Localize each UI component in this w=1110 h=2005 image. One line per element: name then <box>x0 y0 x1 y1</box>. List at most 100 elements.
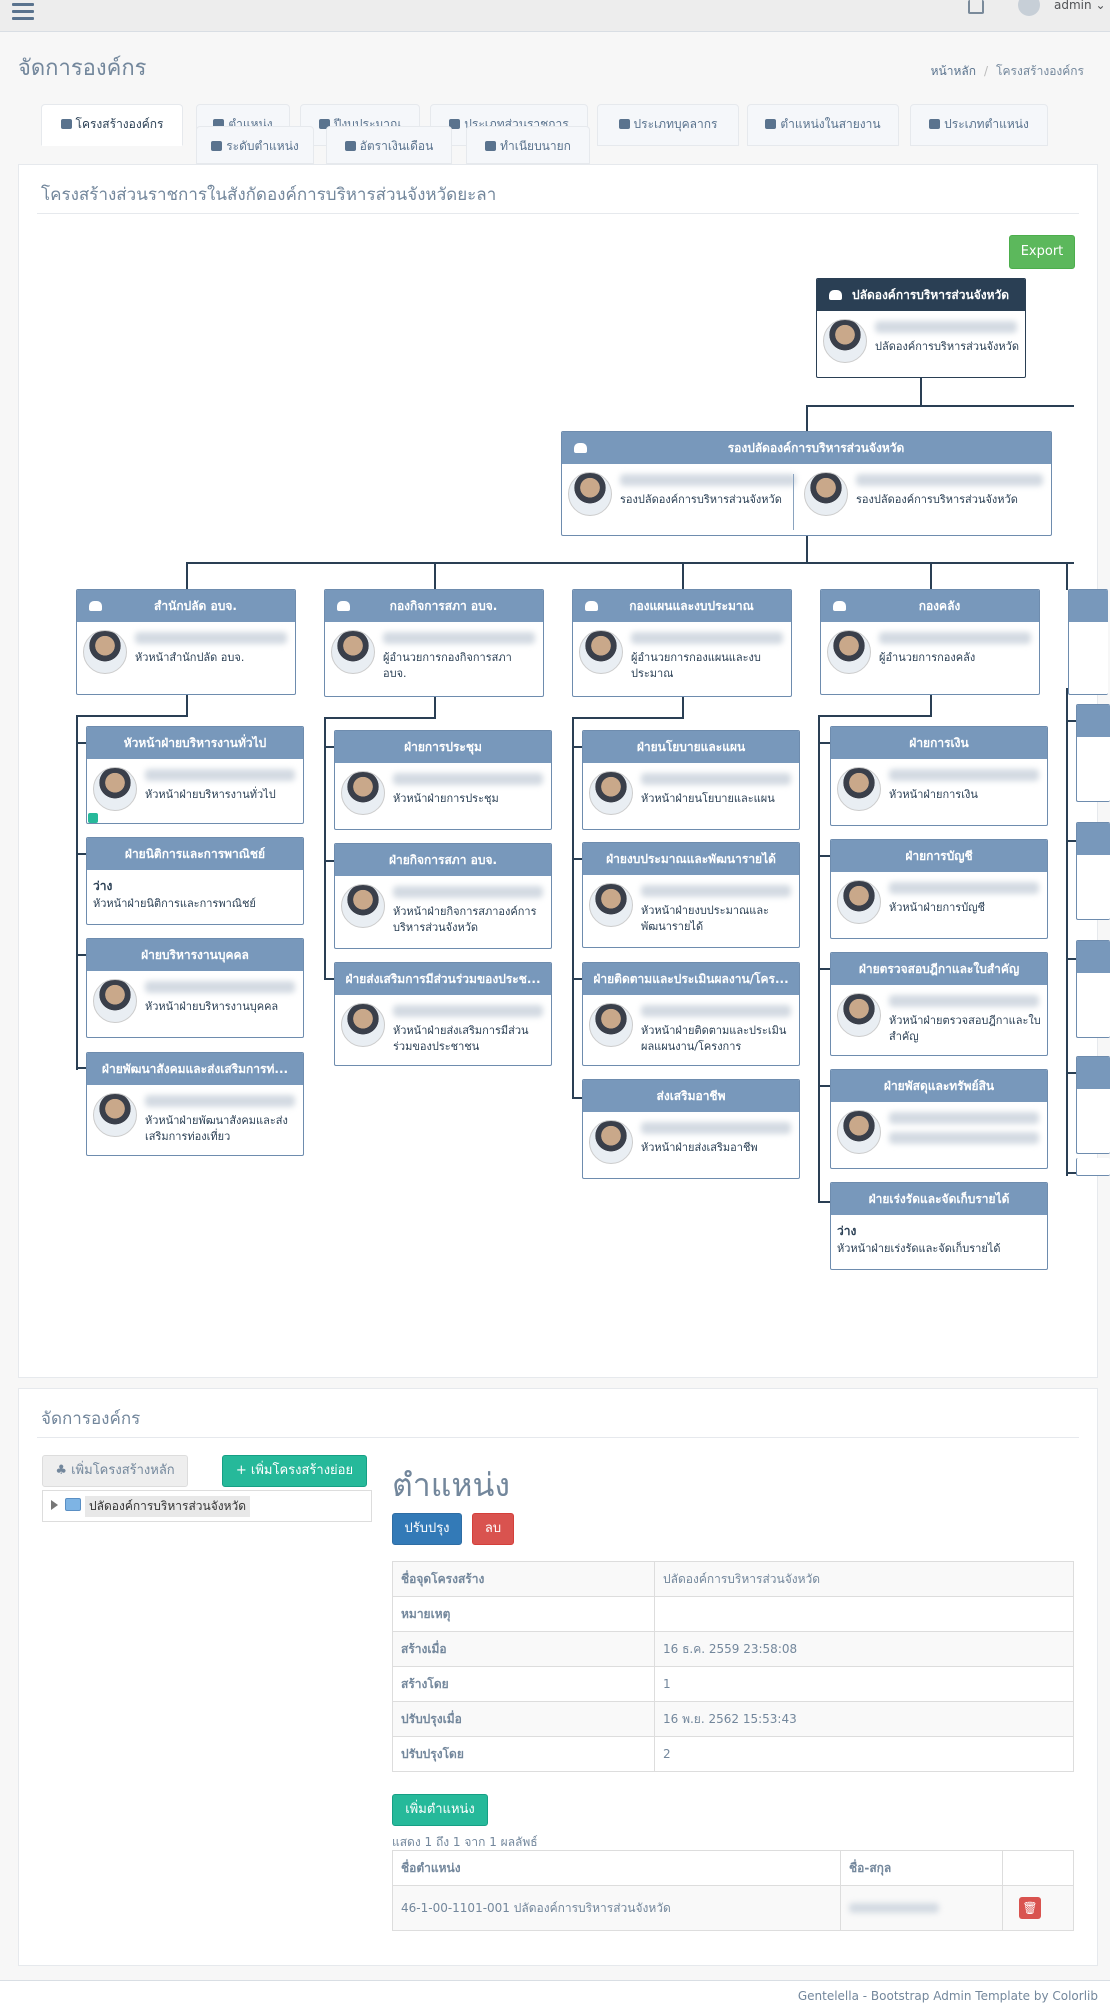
detail-key: หมายเหตุ <box>392 1596 655 1632</box>
org-node-unit[interactable]: ฝ่ายเร่งรัดและจัดเก็บรายได้ ว่าง หัวหน้าฝ… <box>830 1182 1048 1270</box>
org-node-chief-administrator[interactable]: ปลัดองค์การบริหารส่วนจังหวัด ปลัดองค์การ… <box>816 278 1026 378</box>
node-head: กองกิจการสภา อบจ. <box>389 599 498 613</box>
folder-icon <box>65 1498 81 1511</box>
node-head: ฝ่ายการประชุม <box>335 731 551 763</box>
tree-node-chief[interactable]: ปลัดองค์การบริหารส่วนจังหวัด <box>85 1496 251 1517</box>
org-node-unit[interactable]: ฝ่ายส่งเสริมการมีส่วนร่วมของประช... หัวห… <box>334 962 552 1066</box>
node-head: ฝ่ายนโยบายและแผน <box>583 731 799 763</box>
org-node-unit[interactable]: หัวหน้าฝ่ายบริหารงานทั่วไป หัวหน้าฝ่ายบร… <box>86 726 304 824</box>
org-node-unit[interactable]: ฝ่ายงบประมาณและพัฒนารายได้ หัวหน้าฝ่ายงบ… <box>582 842 800 948</box>
users-icon <box>829 290 842 300</box>
delete-button[interactable]: ลบ <box>472 1513 514 1545</box>
node-head: กองคลัง <box>918 599 961 613</box>
table-header-row: ชื่อตำแหน่ง ชื่อ-สกุล <box>392 1850 1074 1886</box>
table-row: สร้างเมื่อ 16 ธ.ค. 2559 23:58:08 <box>392 1631 1074 1667</box>
person-name-blurred <box>889 882 1039 894</box>
node-head: ฝ่ายพัฒนาสังคมและส่งเสริมการท่... <box>87 1053 303 1085</box>
person-name-blurred <box>145 981 295 993</box>
panel-title: จัดการองค์กร <box>41 1409 141 1429</box>
org-node-unit-partial[interactable] <box>1076 704 1110 802</box>
tab-personnel-type[interactable]: ประเภทบุคลากร <box>597 104 739 146</box>
org-node-unit[interactable]: ฝ่ายการประชุม หัวหน้าฝ่ายการประชุม <box>334 730 552 830</box>
org-node-dept[interactable]: สำนักปลัด อบจ. หัวหน้าสำนักปลัด อบจ. <box>76 589 296 695</box>
org-node-unit[interactable]: ฝ่ายบริหารงานบุคคล หัวหน้าฝ่ายบริหารงานบ… <box>86 938 304 1038</box>
org-node-unit[interactable]: ส่งเสริมอาชีพ หัวหน้าฝ่ายส่งเสริมอาชีพ <box>582 1079 800 1179</box>
node-head: ฝ่ายติดตามและประเมินผลงาน/โคร... <box>583 963 799 995</box>
tab-position-level[interactable]: ระดับตำแหน่ง <box>196 126 314 164</box>
node-title: ผู้อำนวยการกองคลัง <box>879 651 976 664</box>
expand-plus-icon[interactable] <box>88 813 98 823</box>
page-title: จัดการองค์กร <box>18 56 147 81</box>
tab-line-position[interactable]: ตำแหน่งในสายงาน <box>747 104 899 146</box>
update-button[interactable]: ปรับปรุง <box>392 1513 462 1545</box>
button-label: เพิ่มโครงสร้างย่อย <box>250 1463 354 1478</box>
avatar <box>589 1120 633 1164</box>
detail-value: 16 ธ.ค. 2559 23:58:08 <box>654 1631 1074 1667</box>
org-node-deputy[interactable]: รองปลัดองค์การบริหารส่วนจังหวัด รองปลัดอ… <box>561 431 1052 536</box>
node-head: ฝ่ายส่งเสริมการมีส่วนร่วมของประช... <box>335 963 551 995</box>
breadcrumb-home[interactable]: หน้าหลัก <box>931 64 976 78</box>
column-header[interactable]: ชื่อ-สกุล <box>840 1850 1003 1886</box>
detail-value: ปลัดองค์การบริหารส่วนจังหวัด <box>654 1561 1074 1597</box>
node-title: หัวหน้าฝ่ายบริหารงานบุคคล <box>145 1000 279 1013</box>
user-avatar[interactable] <box>1018 0 1040 16</box>
org-node-unit[interactable]: ฝ่ายนิติการและการพาณิชย์ ว่าง หัวหน้าฝ่าย… <box>86 837 304 925</box>
node-title: หัวหน้าสำนักปลัด อบจ. <box>135 651 245 664</box>
notification-icon[interactable] <box>968 0 984 14</box>
table-row: หมายเหตุ <box>392 1596 1074 1632</box>
org-node-dept[interactable]: กองคลัง ผู้อำนวยการกองคลัง <box>820 589 1040 695</box>
person-title-blurred <box>889 1132 1039 1144</box>
avatar <box>827 630 871 674</box>
org-node-dept-partial[interactable] <box>1068 589 1108 695</box>
column-header[interactable]: ชื่อตำแหน่ง <box>392 1850 841 1886</box>
tab-org-structure[interactable]: โครงสร้างองค์กร <box>41 104 183 146</box>
avatar <box>331 630 375 674</box>
org-node-unit-partial[interactable] <box>1076 1158 1110 1176</box>
org-node-unit-partial[interactable] <box>1076 940 1110 1038</box>
node-head: ฝ่ายการบัญชี <box>831 840 1047 872</box>
person-name-blurred <box>135 632 287 644</box>
trash-icon[interactable]: 🗑 <box>1019 1897 1041 1919</box>
org-node-unit[interactable]: ฝ่ายนโยบายและแผน หัวหน้าฝ่ายนโยบายและแผน <box>582 730 800 830</box>
person-name-blurred <box>875 321 1017 333</box>
add-position-button[interactable]: เพิ่มตำแหน่ง <box>392 1794 488 1826</box>
node-title: หัวหน้าฝ่ายส่งเสริมอาชีพ <box>641 1141 758 1154</box>
tab-salary-rate[interactable]: อัตราเงินเดือน <box>326 126 452 164</box>
avatar <box>341 884 385 928</box>
add-child-structure-button[interactable]: + เพิ่มโครงสร้างย่อย <box>222 1455 367 1487</box>
org-node-unit[interactable]: ฝ่ายติดตามและประเมินผลงาน/โคร... หัวหน้า… <box>582 962 800 1066</box>
person-name-blurred <box>393 886 543 898</box>
node-head: ฝ่ายนิติการและการพาณิชย์ <box>87 838 303 870</box>
tab-position-type[interactable]: ประเภทตำแหน่ง <box>910 104 1048 146</box>
avatar <box>341 1003 385 1047</box>
org-node-unit[interactable]: ฝ่ายการบัญชี หัวหน้าฝ่ายการบัญชี <box>830 839 1048 939</box>
users-icon <box>833 601 846 611</box>
column-header-actions <box>1002 1850 1074 1886</box>
org-node-unit[interactable]: ฝ่ายตรวจสอบฎีกาและใบสำคัญ หัวหน้าฝ่ายตรว… <box>830 952 1048 1056</box>
user-menu[interactable]: admin ⌄ <box>1054 0 1106 12</box>
panel-title: โครงสร้างส่วนราชการในสังกัดองค์การบริหาร… <box>41 185 497 205</box>
node-head: รองปลัดองค์การบริหารส่วนจังหวัด <box>727 441 905 455</box>
tab-label: ตำแหน่งในสายงาน <box>780 117 881 131</box>
org-node-dept[interactable]: กองกิจการสภา อบจ. ผู้อำนวยการกองกิจการสภ… <box>324 589 544 697</box>
table-row: ชื่อจุดโครงสร้าง ปลัดองค์การบริหารส่วนจัง… <box>392 1561 1074 1597</box>
expand-arrow-icon[interactable] <box>51 1500 58 1510</box>
tab-label: ระดับตำแหน่ง <box>226 139 299 153</box>
org-node-unit[interactable]: ฝ่ายกิจการสภา อบจ. หัวหน้าฝ่ายกิจการสภาอ… <box>334 843 552 949</box>
user-circle-icon <box>485 141 497 151</box>
avatar <box>93 767 137 811</box>
menu-toggle-icon[interactable] <box>12 3 34 24</box>
org-node-unit-partial[interactable] <box>1076 822 1110 920</box>
org-node-unit[interactable]: ฝ่ายพัสดุและทรัพย์สิน <box>830 1069 1048 1169</box>
org-node-unit[interactable]: ฝ่ายการเงิน หัวหน้าฝ่ายการเงิน <box>830 726 1048 826</box>
org-node-unit-partial[interactable] <box>1076 1056 1110 1154</box>
export-button[interactable]: Export <box>1009 235 1075 269</box>
user-circle-icon <box>929 119 941 129</box>
org-node-dept[interactable]: กองแผนและงบประมาณ ผู้อำนวยการกองแผนและงบ… <box>572 589 792 697</box>
tab-mayor-list[interactable]: ทำเนียบนายก <box>466 126 590 164</box>
org-node-unit[interactable]: ฝ่ายพัฒนาสังคมและส่งเสริมการท่... หัวหน้… <box>86 1052 304 1156</box>
user-name: admin <box>1054 0 1092 12</box>
person-name-blurred <box>393 1005 543 1017</box>
node-head: ส่งเสริมอาชีพ <box>583 1080 799 1112</box>
add-root-structure-button[interactable]: ♣ เพิ่มโครงสร้างหลัก <box>42 1455 188 1487</box>
